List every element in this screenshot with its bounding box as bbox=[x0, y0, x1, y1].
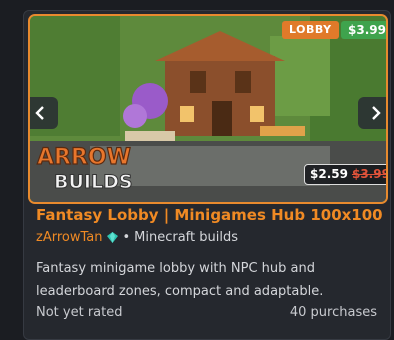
previous-image-button[interactable] bbox=[30, 97, 58, 129]
arrow-builds-logo: ARROW BUILDS bbox=[36, 144, 133, 193]
category-label[interactable]: Minecraft builds bbox=[134, 230, 238, 245]
lobby-badge: LOBBY bbox=[282, 21, 339, 39]
product-title[interactable]: Fantasy Lobby | Minigames Hub 100x100 bbox=[36, 206, 383, 224]
author-link[interactable]: zArrowTan bbox=[36, 230, 102, 245]
sale-price-box: $2.59 $3.99 bbox=[304, 164, 388, 185]
card-footer: Not yet rated 40 purchases bbox=[36, 305, 377, 320]
svg-text:BUILDS: BUILDS bbox=[54, 171, 133, 193]
product-image[interactable]: ARROW BUILDS LOBBY $3.99 $2.59 $3.99 bbox=[28, 14, 388, 204]
chevron-left-icon bbox=[35, 106, 44, 120]
product-card[interactable]: ARROW BUILDS LOBBY $3.99 $2.59 $3.99 Fant… bbox=[23, 10, 391, 340]
author-row: zArrowTan • Minecraft builds bbox=[36, 230, 238, 245]
category-separator: • bbox=[122, 230, 131, 245]
price-badge: $3.99 bbox=[341, 21, 386, 39]
sale-price: $2.59 bbox=[310, 167, 348, 181]
purchase-count: 40 purchases bbox=[289, 305, 377, 320]
next-image-button[interactable] bbox=[358, 97, 386, 129]
original-price: $3.99 bbox=[351, 167, 388, 181]
product-description: Fantasy minigame lobby with NPC hub and … bbox=[36, 261, 324, 299]
svg-text:ARROW: ARROW bbox=[37, 145, 131, 170]
chevron-right-icon bbox=[372, 106, 381, 120]
verified-gem-icon bbox=[106, 231, 119, 244]
rating-text: Not yet rated bbox=[36, 305, 123, 320]
